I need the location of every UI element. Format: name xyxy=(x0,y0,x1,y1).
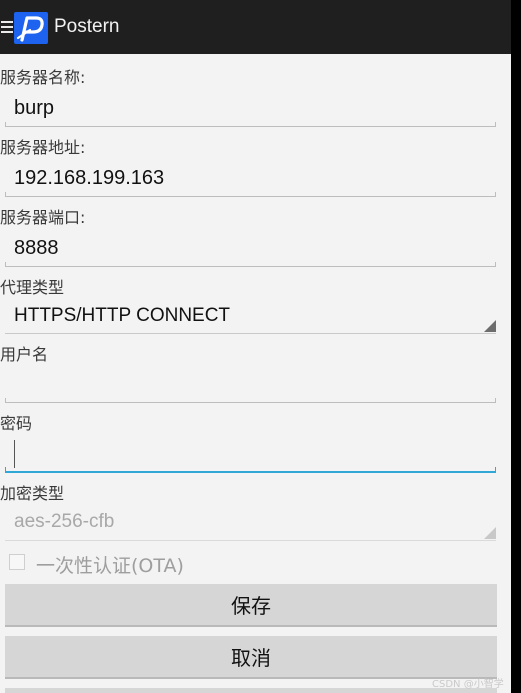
menu-icon[interactable] xyxy=(0,18,14,36)
server-address-label: 服务器地址: xyxy=(0,138,86,157)
server-port-label: 服务器端口: xyxy=(0,208,86,227)
server-name-label: 服务器名称: xyxy=(0,68,86,87)
proxy-type-underline xyxy=(5,333,496,334)
app-screen: Postern 服务器名称: burp 服务器地址: 192.168.199.1… xyxy=(0,0,511,693)
app-logo-icon xyxy=(14,12,48,44)
extra-button-partial[interactable] xyxy=(5,688,497,693)
encryption-type-label: 加密类型 xyxy=(0,484,65,503)
ota-label: 一次性认证(OTA) xyxy=(36,555,184,577)
dropdown-arrow-icon-disabled xyxy=(484,527,496,539)
server-name-underline xyxy=(5,122,496,127)
password-underline xyxy=(5,467,496,473)
server-address-underline xyxy=(5,192,496,197)
dropdown-arrow-icon[interactable] xyxy=(484,320,496,332)
cancel-button[interactable]: 取消 xyxy=(5,636,497,679)
watermark: CSDN @小智学安全 xyxy=(432,679,504,690)
proxy-type-select[interactable]: HTTPS/HTTP CONNECT xyxy=(14,305,230,327)
encryption-type-underline xyxy=(5,540,496,541)
screen-edge xyxy=(511,0,521,693)
username-label: 用户名 xyxy=(0,345,49,364)
server-port-input[interactable]: 8888 xyxy=(14,237,59,260)
app-bar: Postern xyxy=(0,0,511,54)
server-address-input[interactable]: 192.168.199.163 xyxy=(14,167,164,190)
proxy-type-label: 代理类型 xyxy=(0,278,65,297)
encryption-type-select[interactable]: aes-256-cfb xyxy=(14,511,114,533)
password-label: 密码 xyxy=(0,414,33,433)
app-title: Postern xyxy=(54,16,120,37)
server-name-input[interactable]: burp xyxy=(14,97,54,120)
save-button[interactable]: 保存 xyxy=(5,584,497,627)
username-underline xyxy=(5,398,496,403)
ota-checkbox[interactable] xyxy=(9,554,25,570)
username-input[interactable] xyxy=(14,374,494,402)
text-cursor xyxy=(14,440,15,468)
password-input[interactable] xyxy=(14,440,494,470)
server-port-underline xyxy=(5,262,496,267)
